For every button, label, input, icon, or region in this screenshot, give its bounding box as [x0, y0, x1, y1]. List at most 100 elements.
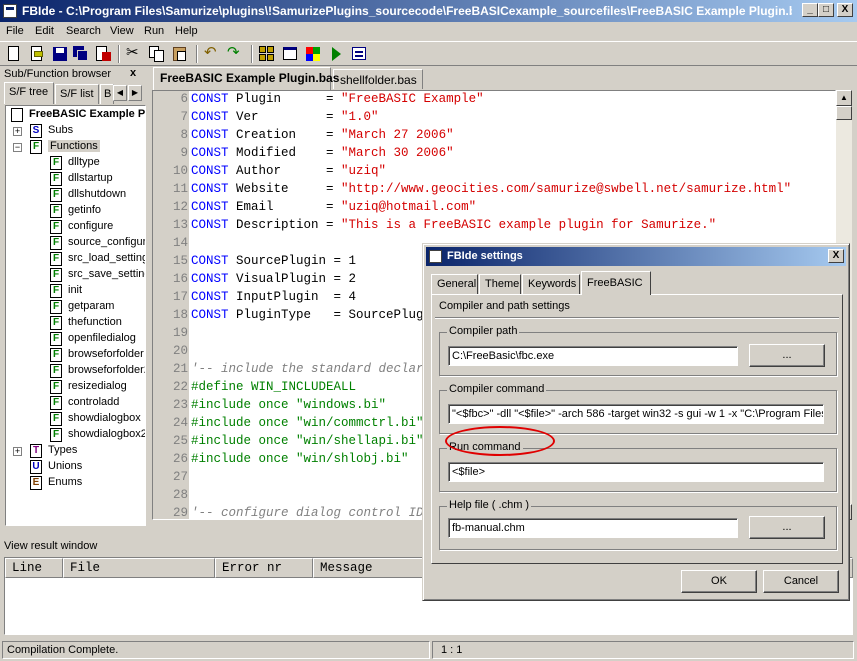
expand-icon[interactable]: + [13, 447, 22, 456]
tree-functions[interactable]: − F Functions [6, 139, 145, 155]
tree-function-item[interactable]: Fdllshutdown [6, 187, 145, 203]
minimize-button[interactable]: _ [802, 3, 818, 17]
menu-file[interactable]: File [6, 25, 24, 37]
scroll-thumb[interactable] [836, 106, 852, 120]
menu-edit[interactable]: Edit [35, 25, 54, 37]
tree-enums[interactable]: E Enums [6, 475, 145, 491]
line-number: 14 [172, 236, 188, 250]
code-line[interactable]: 9 CONST Modified = "March 30 2006" [153, 146, 835, 164]
tree-function-item[interactable]: Fsrc_save_settings [6, 267, 145, 283]
code-line[interactable]: 8 CONST Creation = "March 27 2006" [153, 128, 835, 146]
menu-help[interactable]: Help [175, 25, 198, 37]
tile-icon[interactable] [258, 45, 276, 63]
tree-function-item[interactable]: Fconfigure [6, 219, 145, 235]
tree-function-item[interactable]: Fsrc_load_settings [6, 251, 145, 267]
tab-scroll-left-icon[interactable]: ◀ [113, 85, 127, 101]
new-file-icon[interactable] [5, 45, 23, 63]
tree-function-item[interactable]: Fdlltype [6, 155, 145, 171]
app-icon[interactable] [3, 4, 17, 18]
column-line[interactable]: Line [5, 558, 63, 578]
tab-scroll-right-icon[interactable]: ▶ [128, 85, 142, 101]
line-number: 10 [172, 164, 188, 178]
tree-function-item[interactable]: Fshowdialogbox [6, 411, 145, 427]
tab-sf-tree[interactable]: S/F tree [4, 82, 54, 104]
tree-function-item[interactable]: Finit [6, 283, 145, 299]
collapse-icon[interactable]: − [13, 143, 22, 152]
tree-function-item[interactable]: Fopenfiledialog [6, 331, 145, 347]
help-file-browse-button[interactable]: ... [749, 516, 825, 539]
redo-icon[interactable]: ↷ [226, 45, 244, 63]
dialog-close-button[interactable]: X [828, 249, 844, 263]
save-all-icon[interactable] [72, 45, 90, 63]
compile-icon[interactable] [350, 45, 368, 63]
function-icon: F [50, 380, 62, 394]
column-error-nr[interactable]: Error nr [215, 558, 313, 578]
scroll-up-icon[interactable]: ▲ [836, 90, 852, 106]
paste-icon[interactable] [171, 45, 189, 63]
code-line[interactable]: 6 CONST Plugin = "FreeBASIC Example" [153, 92, 835, 110]
run-icon[interactable] [327, 45, 345, 63]
compiler-path-input[interactable]: C:\FreeBasic\fbc.exe [448, 346, 738, 366]
tree-function-item[interactable]: Fresizedialog [6, 379, 145, 395]
tab-theme[interactable]: Theme [479, 274, 521, 294]
cancel-button[interactable]: Cancel [763, 570, 839, 593]
cut-icon[interactable]: ✂ [125, 45, 143, 63]
tree-unions[interactable]: U Unions [6, 459, 145, 475]
close-file-icon[interactable] [94, 45, 112, 63]
menu-search[interactable]: Search [66, 25, 101, 37]
tree-function-item[interactable]: Fgetinfo [6, 203, 145, 219]
function-icon: F [50, 204, 62, 218]
tree-function-item[interactable]: Fcontroladd [6, 395, 145, 411]
maximize-button[interactable]: □ [818, 3, 834, 17]
column-file[interactable]: File [63, 558, 215, 578]
tab-browser[interactable]: B [100, 84, 114, 104]
status-bar: Compilation Complete. 1 : 1 [0, 640, 857, 661]
code-line[interactable]: 12 CONST Email = "uziq@hotmail.com" [153, 200, 835, 218]
help-file-input[interactable]: fb-manual.chm [448, 518, 738, 538]
save-icon[interactable] [51, 45, 69, 63]
undo-icon[interactable]: ↶ [203, 45, 221, 63]
tab-keywords[interactable]: Keywords [522, 274, 580, 294]
tree-function-item[interactable]: Fsource_configure [6, 235, 146, 251]
function-icon: F [50, 220, 62, 234]
ok-button[interactable]: OK [681, 570, 757, 593]
tab-sf-list[interactable]: S/F list [55, 84, 99, 104]
code-line[interactable]: 7 CONST Ver = "1.0" [153, 110, 835, 128]
tree-types[interactable]: + T Types [6, 443, 145, 459]
function-tree[interactable]: FreeBASIC Example Plugin.bas+SSubs−FFunc… [5, 105, 146, 526]
settings-dialog: FBIde settings X General Theme Keywords … [422, 243, 850, 601]
close-button[interactable]: X [837, 3, 853, 17]
tree-root[interactable]: FreeBASIC Example Plugin.bas [6, 107, 145, 123]
tree-function-item[interactable]: Fdllstartup [6, 171, 145, 187]
unions-icon: U [30, 460, 42, 474]
menu-view[interactable]: View [110, 25, 134, 37]
tree-item-label: source_configure [68, 236, 146, 248]
tab-freebasic-example-plugin[interactable]: FreeBASIC Example Plugin.bas [153, 67, 339, 90]
tree-function-item[interactable]: Fbrowseforfolder2 [6, 363, 145, 379]
cursor-position: 1 : 1 [432, 641, 854, 659]
tree-function-item[interactable]: Fshowdialogbox2 [6, 427, 145, 443]
window-icon[interactable] [281, 45, 299, 63]
menu-run[interactable]: Run [144, 25, 164, 37]
compiler-path-browse-button[interactable]: ... [749, 344, 825, 367]
tab-shellfolder[interactable]: shellfolder.bas [333, 69, 423, 89]
tree-function-item[interactable]: Fbrowseforfolder [6, 347, 145, 363]
tab-general[interactable]: General [431, 274, 478, 294]
tree-function-item[interactable]: Fthefunction [6, 315, 145, 331]
compiler-command-input[interactable]: "<$fbc>" -dll "<$file>" -arch 586 -targe… [448, 404, 824, 424]
tree-subs[interactable]: + S Subs [6, 123, 145, 139]
tab-freebasic[interactable]: FreeBASIC [581, 271, 651, 295]
panel-close-button[interactable]: x [130, 67, 136, 79]
copy-icon[interactable] [148, 45, 166, 63]
run-command-input[interactable]: <$file> [448, 462, 824, 482]
expand-icon[interactable]: + [13, 127, 22, 136]
tree-function-item[interactable]: Fgetparam [6, 299, 145, 315]
title-bar[interactable]: FBIde - C:\Program Files\Samurize\plugin… [0, 0, 857, 22]
code-line[interactable]: 13 CONST Description = "This is a FreeBAS… [153, 218, 835, 236]
palette-icon[interactable] [304, 45, 322, 63]
dialog-title-bar[interactable]: FBIde settings X [426, 247, 846, 266]
code-line[interactable]: 11 CONST Website = "http://www.geocities.… [153, 182, 835, 200]
open-file-icon[interactable] [28, 45, 46, 63]
code-line[interactable]: 10 CONST Author = "uziq" [153, 164, 835, 182]
functions-icon: F [30, 140, 42, 154]
